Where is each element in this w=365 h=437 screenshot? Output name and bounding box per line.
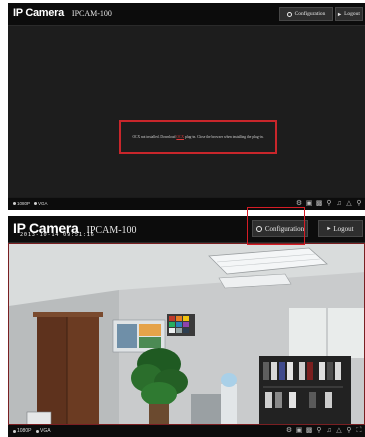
alarm-icon[interactable]: △	[345, 199, 353, 208]
configuration-highlight-box	[247, 207, 305, 245]
res-1080p[interactable]: 1080P	[13, 201, 30, 206]
live-video[interactable]	[8, 243, 365, 425]
footer-toolbar: 1080P VGA ⚙ ▣ ▩ ⚲ ♫ △ ⚲	[8, 198, 365, 210]
header: IP Camera IPCAM-100 Configuration ▸ Logou…	[8, 3, 365, 26]
radio-icon	[13, 202, 16, 205]
camera-page-live: IP Camera IPCAM-100 Configuration ▸ Logou…	[8, 216, 365, 437]
logout-label: Logout	[344, 11, 360, 17]
record-icon[interactable]: ▣	[295, 426, 303, 435]
logout-icon: ▸	[338, 11, 342, 18]
camera-page-no-plugin: IP Camera IPCAM-100 Configuration ▸ Logou…	[8, 3, 365, 210]
radio-icon	[36, 429, 39, 433]
gear-icon	[286, 11, 292, 17]
record-icon[interactable]: ▣	[305, 199, 313, 208]
download-link[interactable]: OCX	[176, 135, 184, 139]
zoom-icon[interactable]: ⚲	[345, 426, 353, 435]
radio-icon	[34, 202, 37, 205]
footer-toolbar: 1080P VGA ⚙ ▣ ▩ ⚲ ♫ △ ⚲ ⛶	[8, 425, 365, 437]
header: IP Camera IPCAM-100 Configuration ▸ Logou…	[8, 216, 365, 243]
model-name: IPCAM-100	[71, 9, 112, 18]
brand-title: IP Camera IPCAM-100	[13, 7, 112, 19]
logout-label: Logout	[333, 224, 354, 233]
configuration-button[interactable]: Configuration	[279, 7, 333, 21]
speaker-icon[interactable]: ♫	[335, 199, 343, 208]
res-label: 1080P	[17, 428, 32, 434]
plugin-message: OCX not installed. Download OCX plug-in.…	[119, 120, 277, 154]
color-checker	[167, 314, 195, 336]
door	[33, 312, 103, 424]
radio-icon	[13, 429, 16, 433]
snapshot-icon[interactable]: ▩	[315, 199, 323, 208]
logout-button[interactable]: ▸ Logout	[335, 7, 363, 21]
bookshelf	[259, 356, 351, 424]
res-label: 1080P	[17, 201, 31, 206]
logout-button[interactable]: ▸ Logout	[318, 220, 363, 237]
settings-icon[interactable]: ⚙	[285, 426, 293, 435]
microphone-icon[interactable]: ⚲	[325, 199, 333, 208]
speaker-icon[interactable]: ♫	[325, 426, 333, 435]
office-scene	[9, 244, 364, 424]
logout-icon: ▸	[327, 226, 331, 232]
message-text-2: plug-in. Close the browser when installi…	[184, 135, 264, 139]
res-label: VGA	[40, 428, 51, 434]
res-1080p[interactable]: 1080P	[13, 428, 31, 434]
video-timestamp: 2013-10-14 09:51:16	[20, 232, 95, 238]
video-view: OCX not installed. Download OCX plug-in.…	[8, 26, 365, 197]
poster	[112, 319, 166, 353]
snapshot-icon[interactable]: ▩	[305, 426, 313, 435]
res-vga[interactable]: VGA	[34, 201, 48, 206]
message-text-1: OCX not installed. Download	[132, 135, 176, 139]
tool-icons: ⚙ ▣ ▩ ⚲ ♫ △ ⚲	[295, 199, 363, 208]
microphone-icon[interactable]: ⚲	[315, 426, 323, 435]
alarm-icon[interactable]: △	[335, 426, 343, 435]
fullscreen-icon[interactable]: ⛶	[355, 426, 363, 435]
configuration-label: Configuration	[294, 11, 326, 17]
res-label: VGA	[38, 201, 48, 206]
tool-icons: ⚙ ▣ ▩ ⚲ ♫ △ ⚲ ⛶	[285, 426, 363, 435]
zoom-icon[interactable]: ⚲	[355, 199, 363, 208]
res-vga[interactable]: VGA	[36, 428, 51, 434]
water-dispenser	[221, 373, 237, 424]
